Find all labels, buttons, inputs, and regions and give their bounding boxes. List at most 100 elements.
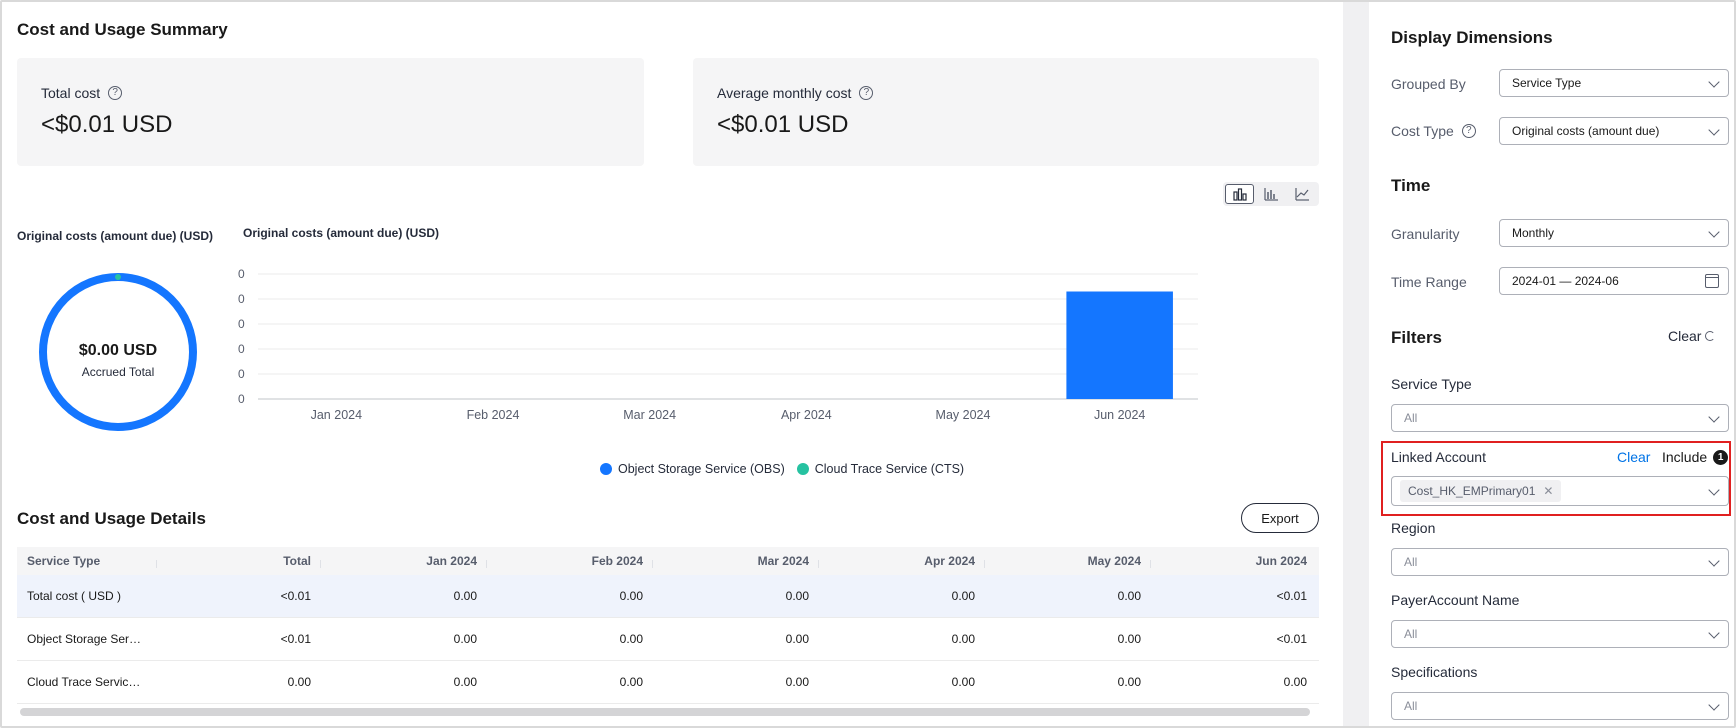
bar-obs[interactable] <box>1066 291 1173 400</box>
region-select[interactable]: All <box>1391 548 1729 576</box>
table-cell: 0.00 <box>1283 675 1307 689</box>
linked-account-select[interactable]: Cost_HK_EMPrimary01 ✕ <box>1391 476 1729 506</box>
avg-cost-label: Average monthly cost <box>717 85 852 101</box>
details-title: Cost and Usage Details <box>17 509 206 528</box>
line-chart-toggle[interactable] <box>1288 184 1317 204</box>
bar-chart: 0 0 0 0 0 0 Jan 2024 Feb 2024 Mar 2024 Apr 2024 Ma… <box>238 267 1198 422</box>
table-cell: 0.00 <box>951 632 975 646</box>
chevron-down-icon <box>1708 699 1720 711</box>
refresh-icon <box>1705 331 1716 341</box>
clear-filters-button[interactable]: Clear <box>1668 328 1716 344</box>
horizontal-scrollbar[interactable] <box>20 708 1310 716</box>
summary-title: Cost and Usage Summary <box>17 20 228 39</box>
column-header[interactable]: May 2024 <box>985 554 1151 568</box>
chevron-down-icon <box>1708 484 1720 496</box>
linked-account-clear-link[interactable]: Clear <box>1617 449 1650 465</box>
column-header[interactable]: Mar 2024 <box>653 554 819 568</box>
y-tick-label: 0 <box>238 367 245 381</box>
donut-caption: Original costs (amount due) (USD) <box>17 229 214 243</box>
linked-account-include[interactable]: Include 1 <box>1662 449 1729 465</box>
table-cell: 0.00 <box>785 675 809 689</box>
y-tick-label: 0 <box>238 342 245 356</box>
chart-legend: Object Storage Service (OBS) Cloud Trace… <box>600 462 964 476</box>
x-tick-label: Apr 2024 <box>781 408 832 422</box>
help-icon[interactable]: ? <box>108 86 123 100</box>
y-tick-label: 0 <box>238 292 245 306</box>
granularity-label: Granularity <box>1391 226 1460 242</box>
clear-filters-label: Clear <box>1668 328 1702 344</box>
table-cell: <0.01 <box>280 589 311 603</box>
avg-cost-label-wrap: Average monthly cost ? <box>717 85 874 101</box>
table-cell: <0.01 <box>1276 632 1307 646</box>
close-icon[interactable]: ✕ <box>1543 484 1553 498</box>
table-cell: 0.00 <box>619 675 643 689</box>
service-type-filter-select[interactable]: All <box>1391 404 1729 432</box>
include-label: Include <box>1662 449 1708 465</box>
table-cell: 0.00 <box>951 675 975 689</box>
legend-label-cts: Cloud Trace Service (CTS) <box>814 462 965 476</box>
chevron-down-icon <box>1708 226 1720 238</box>
column-header[interactable]: Jan 2024 <box>321 554 487 568</box>
table-row[interactable]: Cloud Trace Servic… 0.00 0.00 0.00 0.00 0.00 0… <box>17 661 1319 704</box>
table-cell: <0.01 <box>1276 589 1307 603</box>
y-tick-label: 0 <box>238 392 245 406</box>
export-button[interactable]: Export <box>1241 503 1319 533</box>
total-cost-value: <$0.01 USD <box>41 111 173 138</box>
granularity-value: Monthly <box>1512 226 1555 240</box>
legend-item-cts[interactable]: Cloud Trace Service (CTS) <box>796 462 965 476</box>
chart-type-switch <box>1223 182 1319 206</box>
donut-center: $0.00 USD Accrued Total <box>36 342 200 379</box>
help-icon[interactable]: ? <box>859 86 874 100</box>
payer-account-select[interactable]: All <box>1391 620 1729 648</box>
column-header[interactable]: Feb 2024 <box>487 554 653 568</box>
chevron-down-icon <box>1708 76 1720 88</box>
avg-monthly-cost-card: Average monthly cost ? <$0.01 USD <box>693 58 1319 166</box>
legend-dot-cts <box>796 463 809 475</box>
grouped-by-select[interactable]: Service Type <box>1499 69 1729 97</box>
table-cell: 0.00 <box>1117 675 1141 689</box>
column-header[interactable]: Total <box>157 554 321 568</box>
cost-type-value: Original costs (amount due) <box>1512 124 1660 138</box>
total-cost-label-wrap: Total cost ? <box>41 85 123 101</box>
main-content: Cost and Usage Summary Total cost ? <$0.… <box>2 2 1343 726</box>
legend-dot-obs <box>600 463 612 475</box>
chevron-down-icon <box>1708 555 1720 567</box>
column-header[interactable]: Service Type <box>17 554 157 568</box>
table-row[interactable]: Total cost ( USD ) <0.01 0.00 0.00 0.00 0.00 0… <box>17 575 1319 618</box>
service-type-filter-label: Service Type <box>1391 376 1472 392</box>
service-type-filter-value: All <box>1404 411 1418 425</box>
granularity-select[interactable]: Monthly <box>1499 219 1729 247</box>
table-cell: 0.00 <box>453 589 477 603</box>
table-cell: Object Storage Ser… <box>27 632 142 646</box>
stacked-bar-toggle[interactable] <box>1256 184 1285 204</box>
filter-panel: Display Dimensions Grouped By Service Ty… <box>1369 2 1734 726</box>
specifications-select[interactable]: All <box>1391 692 1729 720</box>
time-range-picker[interactable]: 2024-01 — 2024-06 <box>1499 267 1729 295</box>
column-header[interactable]: Apr 2024 <box>819 554 985 568</box>
time-range-label: Time Range <box>1391 274 1467 290</box>
help-icon[interactable]: ? <box>1461 124 1476 138</box>
include-count-badge: 1 <box>1713 449 1729 465</box>
table-cell: 0.00 <box>619 632 643 646</box>
table-cell: <0.01 <box>280 632 311 646</box>
calendar-icon <box>1705 274 1719 288</box>
table-row[interactable]: Object Storage Ser… <0.01 0.00 0.00 0.00 0.00… <box>17 618 1319 661</box>
chevron-down-icon <box>1708 124 1720 136</box>
table-cell: 0.00 <box>287 675 311 689</box>
panel-divider <box>1343 2 1369 726</box>
legend-item-obs[interactable]: Object Storage Service (OBS) <box>600 462 785 476</box>
cost-type-label-wrap: Cost Type ? <box>1391 123 1476 139</box>
donut-slice-cts[interactable] <box>115 274 121 280</box>
app-frame: Cost and Usage Summary Total cost ? <$0.… <box>0 0 1736 728</box>
payer-account-label: PayerAccount Name <box>1391 592 1520 608</box>
bar-chart-toggle[interactable] <box>1225 184 1255 204</box>
y-tick-label: 0 <box>238 317 245 331</box>
column-header[interactable]: Jun 2024 <box>1151 554 1317 568</box>
donut-value: $0.00 USD <box>78 342 158 359</box>
grouped-by-value: Service Type <box>1512 76 1582 90</box>
time-range-value: 2024-01 — 2024-06 <box>1512 274 1619 288</box>
cost-type-select[interactable]: Original costs (amount due) <box>1499 117 1729 145</box>
x-tick-label: Feb 2024 <box>467 408 520 422</box>
region-label: Region <box>1391 520 1436 536</box>
payer-account-value: All <box>1404 627 1418 641</box>
